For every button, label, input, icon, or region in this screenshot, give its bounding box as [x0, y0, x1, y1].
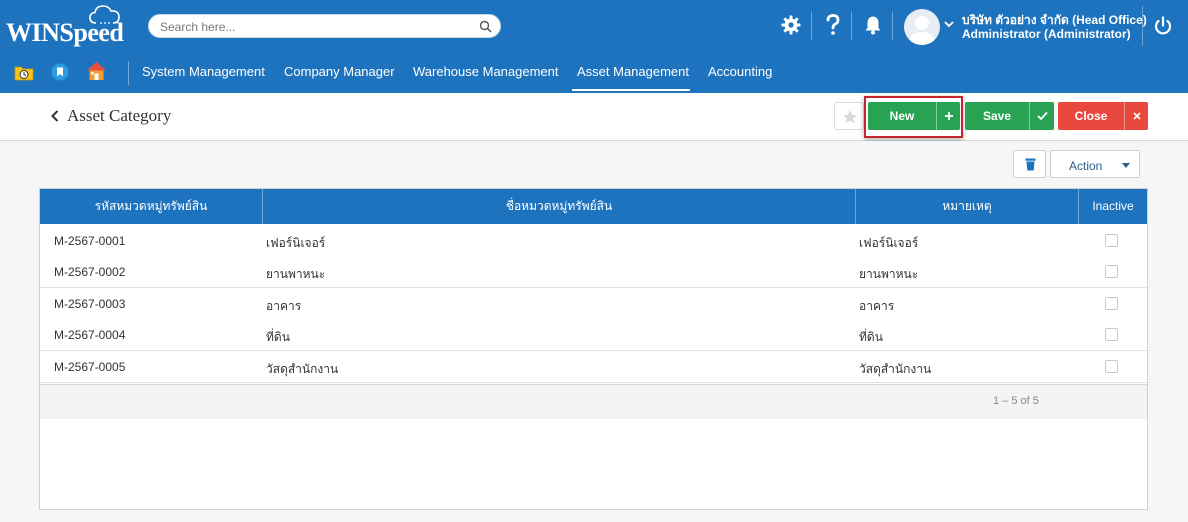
grid-footer: 1 – 5 of 5: [40, 384, 1147, 419]
cell-remark: ที่ดิน: [859, 330, 883, 344]
action-dropdown[interactable]: Action: [1050, 150, 1140, 178]
chevron-down-icon[interactable]: [944, 20, 954, 28]
close-button-addon[interactable]: [1124, 102, 1148, 130]
save-button-addon[interactable]: [1029, 102, 1054, 130]
column-header-name[interactable]: ชื่อหมวดหมู่ทรัพย์สิน: [263, 189, 856, 224]
caret-down-icon: [1122, 163, 1130, 168]
cell-code: M-2567-0003: [54, 297, 126, 311]
home-icon[interactable]: [86, 61, 107, 81]
cloud-icon: [89, 5, 120, 24]
favorite-button[interactable]: [834, 102, 864, 130]
grid-header: รหัสหมวดหมู่ทรัพย์สิน ชื่อหมวดหมู่ทรัพย์…: [40, 189, 1147, 224]
nav-item-asset-management[interactable]: Asset Management: [577, 64, 689, 79]
main-nav: System Management Company Manager Wareho…: [0, 52, 1188, 93]
table-row[interactable]: M-2567-0003 อาคาร อาคาร: [40, 288, 1147, 320]
nav-item-warehouse-management[interactable]: Warehouse Management: [413, 64, 559, 79]
nav-item-system-management[interactable]: System Management: [142, 64, 265, 79]
bell-icon[interactable]: [864, 15, 882, 35]
table-row[interactable]: M-2567-0001 เฟอร์นิเจอร์ เฟอร์นิเจอร์: [40, 225, 1147, 257]
table-row[interactable]: M-2567-0004 ที่ดิน ที่ดิน: [40, 319, 1147, 351]
search-box[interactable]: [148, 14, 501, 38]
cell-code: M-2567-0005: [54, 360, 126, 374]
action-dropdown-label: Action: [1069, 159, 1103, 173]
cell-name: ยานพาหนะ: [266, 267, 326, 281]
inactive-checkbox[interactable]: [1105, 297, 1118, 310]
cell-name: อาคาร: [266, 299, 302, 313]
gear-icon[interactable]: [781, 15, 801, 35]
column-header-inactive[interactable]: Inactive: [1079, 189, 1147, 224]
close-button-label: Close: [1074, 109, 1108, 123]
close-button[interactable]: Close: [1058, 102, 1148, 130]
star-icon: [842, 110, 858, 124]
asset-category-grid: รหัสหมวดหมู่ทรัพย์สิน ชื่อหมวดหมู่ทรัพย์…: [39, 188, 1148, 510]
avatar-icon: [909, 16, 935, 45]
search-input[interactable]: [160, 18, 470, 35]
column-header-code[interactable]: รหัสหมวดหมู่ทรัพย์สิน: [40, 189, 263, 224]
table-row[interactable]: M-2567-0005 วัสดุสำนักงาน วัสดุสำนักงาน: [40, 351, 1147, 383]
cell-name: ที่ดิน: [266, 330, 290, 344]
help-icon[interactable]: [825, 14, 841, 36]
cell-name: เฟอร์นิเจอร์: [266, 236, 326, 250]
trash-icon: [1025, 158, 1036, 171]
column-header-remark[interactable]: หมายเหตุ: [856, 189, 1079, 224]
pager-info: 1 – 5 of 5: [993, 395, 1039, 407]
table-row[interactable]: M-2567-0002 ยานพาหนะ ยานพาหนะ: [40, 256, 1147, 288]
delete-button[interactable]: [1013, 150, 1046, 178]
bookmark-icon[interactable]: [51, 63, 69, 81]
inactive-checkbox[interactable]: [1105, 328, 1118, 341]
page-title: Asset Category: [67, 106, 172, 125]
new-button-highlight: [864, 96, 963, 138]
check-icon: [1037, 111, 1048, 121]
avatar[interactable]: [904, 9, 940, 45]
cell-code: M-2567-0001: [54, 234, 126, 248]
cell-name: วัสดุสำนักงาน: [266, 362, 339, 376]
cell-remark: วัสดุสำนักงาน: [859, 362, 932, 376]
save-button-label: Save: [982, 109, 1012, 123]
search-icon[interactable]: [479, 20, 492, 33]
power-icon[interactable]: [1153, 16, 1173, 36]
inactive-checkbox[interactable]: [1105, 360, 1118, 373]
cell-remark: ยานพาหนะ: [859, 267, 919, 281]
cell-remark: เฟอร์นิเจอร์: [859, 236, 919, 250]
inactive-checkbox[interactable]: [1105, 265, 1118, 278]
close-icon: [1133, 112, 1141, 120]
cell-remark: อาคาร: [859, 299, 895, 313]
user-name: Administrator (Administrator): [962, 27, 1131, 41]
back-arrow-icon[interactable]: [50, 109, 60, 123]
save-button[interactable]: Save: [965, 102, 1054, 130]
cell-code: M-2567-0002: [54, 265, 126, 279]
nav-active-indicator: [572, 89, 690, 91]
cell-code: M-2567-0004: [54, 328, 126, 342]
nav-item-accounting[interactable]: Accounting: [708, 64, 772, 79]
folder-clock-icon[interactable]: [14, 64, 34, 81]
top-bar: WINSpeed Search here... บริษัท ตัวอย่าง …: [0, 0, 1188, 52]
nav-item-company-manager[interactable]: Company Manager: [284, 64, 395, 79]
inactive-checkbox[interactable]: [1105, 234, 1118, 247]
page-header: Asset Category New Save Close: [0, 93, 1188, 141]
